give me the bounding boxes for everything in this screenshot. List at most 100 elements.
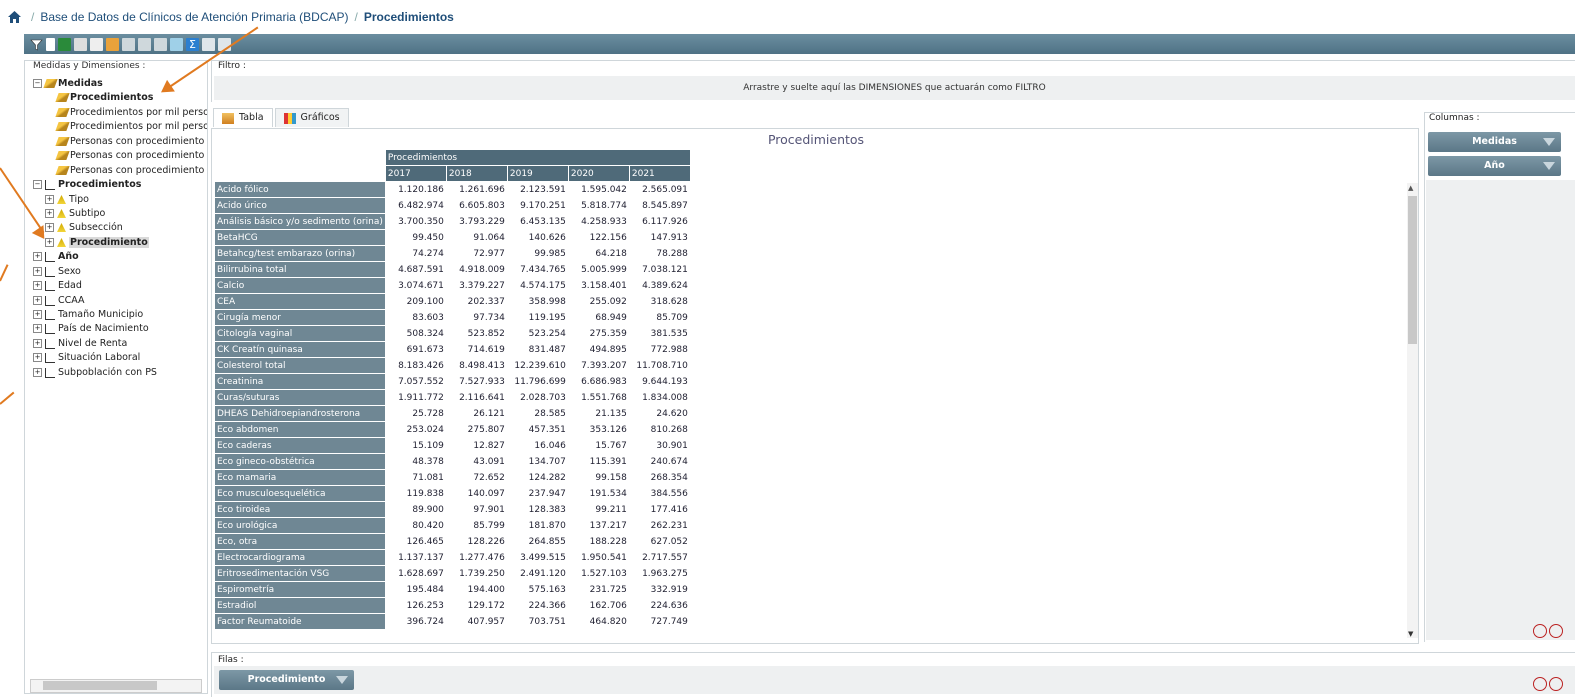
year-header[interactable]: 2019	[506, 165, 569, 182]
tree-horizontal-scrollbar[interactable]	[30, 679, 202, 693]
row-header[interactable]: Acido úrico	[214, 197, 386, 214]
columns-drop-zone[interactable]	[1426, 180, 1575, 640]
tree-level-subseccion[interactable]: + Subsección	[45, 221, 123, 235]
swap-icon[interactable]	[202, 37, 215, 51]
row-header[interactable]: Eritrosedimentación VSG	[214, 565, 386, 582]
tab-graficos[interactable]: Gráficos	[274, 108, 349, 127]
column-button-ano[interactable]: Año	[1428, 156, 1561, 176]
scroll-down-icon[interactable]: ▼	[1408, 630, 1413, 638]
row-header[interactable]: Citología vaginal	[214, 325, 386, 342]
expand-icon[interactable]: +	[45, 195, 54, 204]
row-header[interactable]: Acido fólico	[214, 181, 386, 198]
sum-icon[interactable]: Σ	[186, 37, 199, 51]
tree-measure-proc-mil-1[interactable]: Procedimientos por mil personas a	[55, 106, 207, 120]
filter-icon[interactable]	[30, 38, 43, 51]
row-header[interactable]: Eco tiroidea	[214, 501, 386, 518]
cube-icon[interactable]	[106, 37, 119, 51]
row-header[interactable]: Electrocardiograma	[214, 549, 386, 566]
row-header[interactable]: Análisis básico y/o sedimento (orina)	[214, 213, 386, 230]
row-header[interactable]: Cirugía menor	[214, 309, 386, 326]
year-header[interactable]: 2021	[628, 165, 691, 182]
row-header[interactable]: Calcio	[214, 277, 386, 294]
year-header[interactable]: 2017	[384, 165, 447, 182]
collapse-icon[interactable]: −	[33, 79, 42, 88]
dropdown-arrow-icon[interactable]	[336, 676, 348, 684]
row-header[interactable]: Curas/suturas	[214, 389, 386, 406]
column-button-medidas[interactable]: Medidas	[1428, 132, 1561, 152]
row-header[interactable]: CEA	[214, 293, 386, 310]
breadcrumb-bdcap-link[interactable]: Base de Datos de Clínicos de Atención Pr…	[40, 10, 348, 24]
expand-icon[interactable]: +	[33, 281, 42, 290]
year-header[interactable]: 2018	[445, 165, 508, 182]
document-icon[interactable]	[46, 37, 55, 51]
row-header[interactable]: Eco gineco-obstétrica	[214, 453, 386, 470]
tree-measure-personas-n-1[interactable]: Personas con procedimiento por n	[55, 149, 207, 163]
expand-icon[interactable]: +	[45, 209, 54, 218]
clear-filter-icon[interactable]	[1533, 677, 1547, 691]
clear-filter-icon[interactable]	[1533, 624, 1547, 638]
clear-all-icon[interactable]	[1549, 677, 1563, 691]
scroll-up-icon[interactable]: ▲	[1408, 184, 1413, 192]
row-header[interactable]: Eco musculoesquelética	[214, 485, 386, 502]
tree-level-procedimiento[interactable]: + Procedimiento	[45, 236, 149, 250]
expand-icon[interactable]: +	[33, 310, 42, 319]
expand-icon[interactable]: +	[33, 339, 42, 348]
tree-dim-subpoblacion[interactable]: + Subpoblación con PS	[33, 366, 157, 380]
row-header[interactable]: BetaHCG	[214, 229, 386, 246]
layout-icon-3[interactable]	[154, 37, 167, 51]
home-icon[interactable]	[8, 11, 21, 23]
collapse-icon[interactable]: −	[33, 180, 42, 189]
excel-icon[interactable]	[58, 37, 71, 51]
expand-icon[interactable]: +	[33, 368, 42, 377]
export-icon[interactable]	[74, 37, 87, 51]
expand-icon[interactable]: +	[33, 267, 42, 276]
tree-dim-sexo[interactable]: + Sexo	[33, 265, 81, 279]
clear-all-icon[interactable]	[1549, 624, 1563, 638]
tab-tabla[interactable]: Tabla	[213, 108, 273, 127]
row-header[interactable]: Eco caderas	[214, 437, 386, 454]
expand-icon[interactable]: +	[33, 296, 42, 305]
row-header[interactable]: Betahcg/test embarazo (orina)	[214, 245, 386, 262]
row-header[interactable]: Eco urológica	[214, 517, 386, 534]
tree-dim-situacion-laboral[interactable]: + Situación Laboral	[33, 351, 140, 365]
expand-icon[interactable]: +	[33, 324, 42, 333]
dropdown-arrow-icon[interactable]	[1543, 162, 1555, 170]
measure-header[interactable]: Procedimientos	[384, 149, 691, 166]
filter-drop-zone[interactable]: Arrastre y suelte aquí las DIMENSIONES q…	[214, 76, 1575, 100]
print-icon[interactable]	[90, 37, 103, 51]
scroll-thumb[interactable]	[1408, 196, 1417, 344]
row-header[interactable]: Eco abdomen	[214, 421, 386, 438]
tree-measure-procedimientos[interactable]: Procedimientos	[55, 91, 153, 105]
tree-dim-nivel-renta[interactable]: + Nivel de Renta	[33, 337, 127, 351]
tree-dim-edad[interactable]: + Edad	[33, 279, 82, 293]
tree-level-subtipo[interactable]: + Subtipo	[45, 207, 105, 221]
row-header[interactable]: Eco mamaria	[214, 469, 386, 486]
year-header[interactable]: 2020	[567, 165, 630, 182]
scroll-thumb[interactable]	[43, 681, 157, 690]
dropdown-arrow-icon[interactable]	[1543, 138, 1555, 146]
row-header[interactable]: Colesterol total	[214, 357, 386, 374]
row-header[interactable]: DHEAS Dehidroepiandrosterona	[214, 405, 386, 422]
expand-icon[interactable]: +	[45, 238, 54, 247]
row-header[interactable]: Creatinina	[214, 373, 386, 390]
tree-dim-ano[interactable]: + Año	[33, 250, 79, 264]
layout-icon-2[interactable]	[138, 37, 151, 51]
row-header[interactable]: Bilirrubina total	[214, 261, 386, 278]
row-header[interactable]: Estradiol	[214, 597, 386, 614]
tree-measure-personas-n-2[interactable]: Personas con procedimiento por n	[55, 164, 207, 178]
expand-icon[interactable]: +	[33, 353, 42, 362]
layout-icon-1[interactable]	[122, 37, 135, 51]
tree-dim-tamano-municipio[interactable]: + Tamaño Municipio	[33, 308, 143, 322]
tree-dim-pais-nacimiento[interactable]: + País de Nacimiento	[33, 322, 149, 336]
tree-dim-ccaa[interactable]: + CCAA	[33, 294, 85, 308]
table-vertical-scrollbar[interactable]	[1407, 183, 1418, 638]
expand-icon[interactable]: +	[33, 252, 42, 261]
rows-drop-zone[interactable]	[214, 666, 1575, 694]
row-header[interactable]: Factor Reumatoide	[214, 613, 386, 630]
row-header[interactable]: Espirometría	[214, 581, 386, 598]
row-header[interactable]: CK Creatín quinasa	[214, 341, 386, 358]
row-header[interactable]: Eco, otra	[214, 533, 386, 550]
row-button-procedimiento[interactable]: Procedimiento	[219, 670, 354, 690]
tree-medidas[interactable]: − Medidas	[33, 77, 103, 91]
funnel-check-icon[interactable]	[170, 37, 183, 51]
